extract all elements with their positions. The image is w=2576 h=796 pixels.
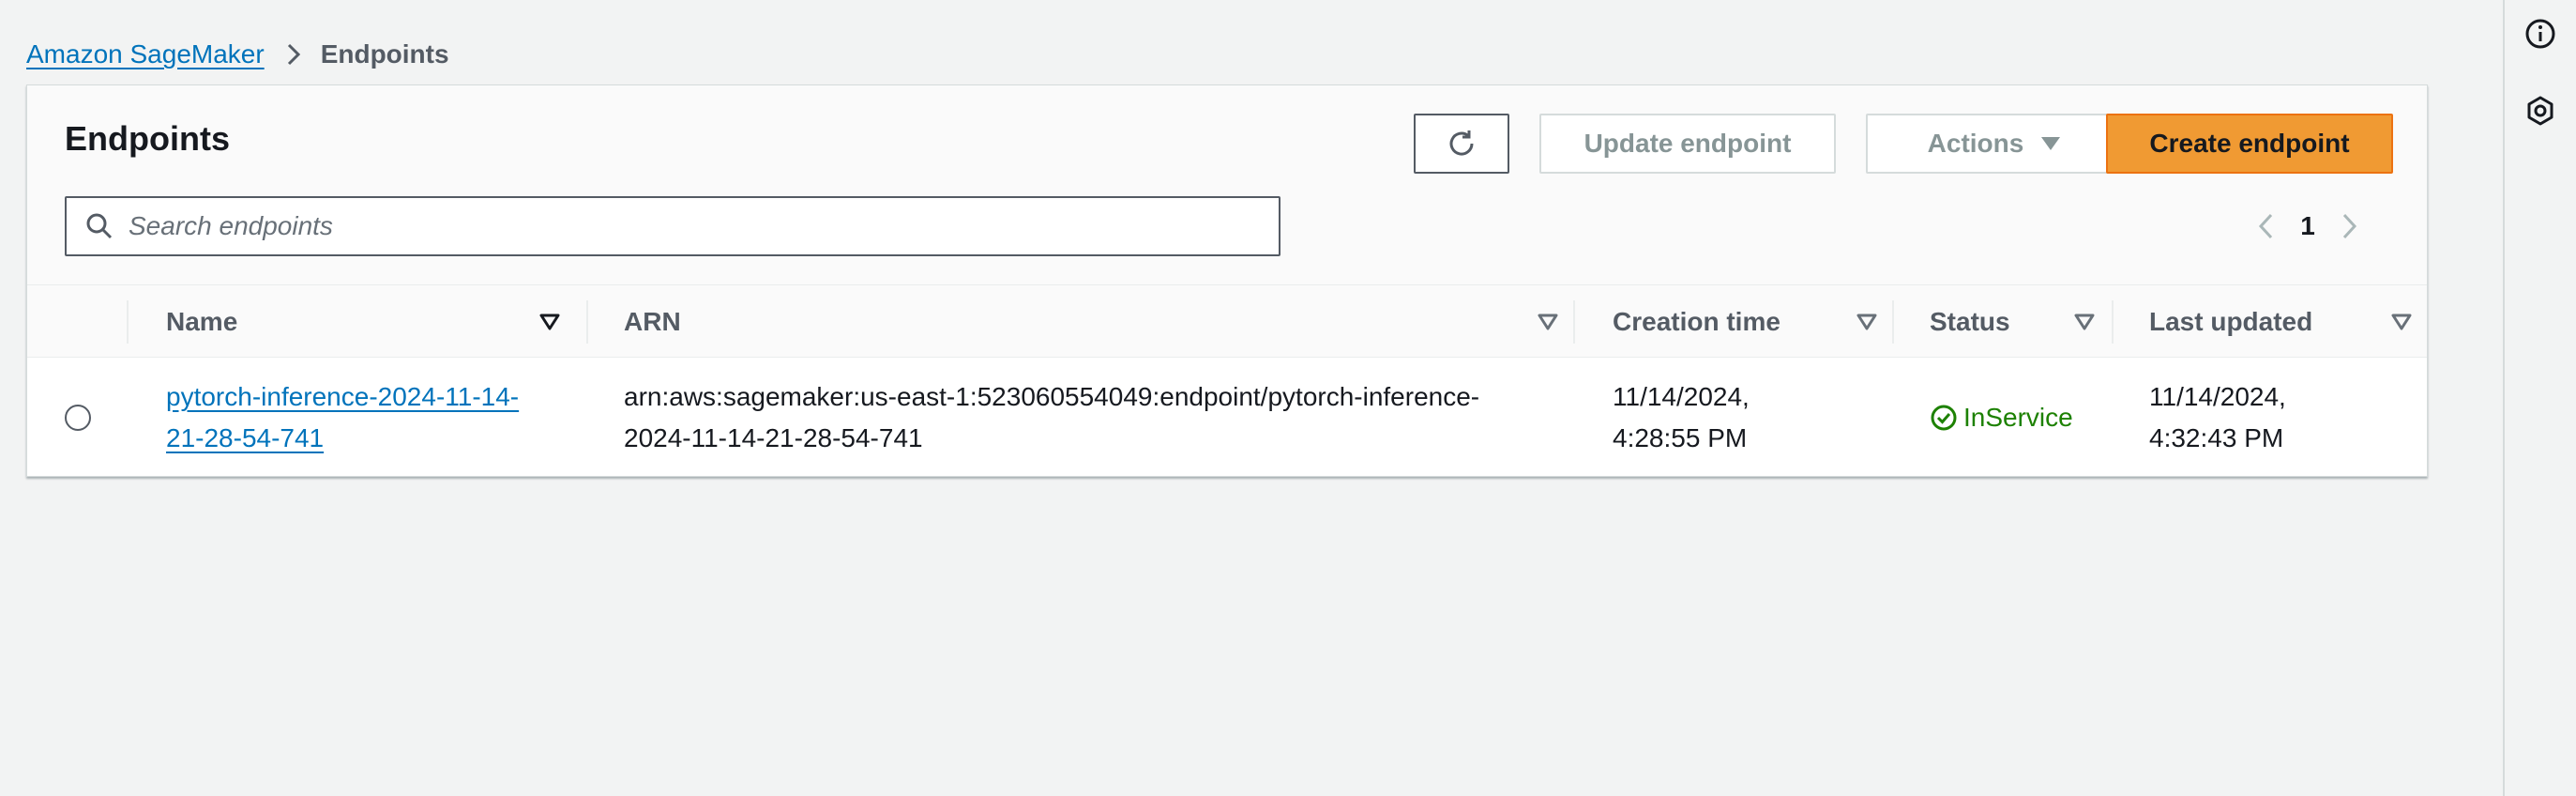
refresh-button[interactable] xyxy=(1414,114,1509,174)
info-icon[interactable] xyxy=(2523,17,2557,51)
search-input[interactable] xyxy=(129,211,1235,241)
last-updated-cell: 11/14/2024, 4:32:43 PM xyxy=(2149,376,2286,459)
search-field[interactable] xyxy=(65,196,1280,256)
main-content: Amazon SageMaker Endpoints Endpoints Upd… xyxy=(0,0,2503,796)
breadcrumb-sagemaker-link[interactable]: Amazon SageMaker xyxy=(26,39,265,69)
column-creation-time-label: Creation time xyxy=(1613,307,1780,336)
endpoints-panel: Endpoints Update endpoint Actions Create… xyxy=(26,84,2428,477)
refresh-icon xyxy=(1445,127,1478,161)
sort-icon[interactable] xyxy=(1536,310,1560,334)
sort-icon[interactable] xyxy=(2389,310,2414,334)
update-endpoint-label: Update endpoint xyxy=(1583,129,1792,158)
create-endpoint-label: Create endpoint xyxy=(2149,129,2350,158)
column-header-creation-time[interactable]: Creation time xyxy=(1613,285,1780,359)
page-title: Endpoints xyxy=(65,119,230,158)
status-cell: InService xyxy=(1930,397,2073,438)
create-endpoint-button[interactable]: Create endpoint xyxy=(2106,114,2393,174)
column-arn-label: ARN xyxy=(624,307,681,336)
sort-icon[interactable] xyxy=(2072,310,2097,334)
column-divider xyxy=(2112,300,2114,344)
endpoint-name-cell: pytorch-inference-2024-11-14- 21-28-54-7… xyxy=(166,376,519,459)
sort-icon[interactable] xyxy=(1855,310,1879,334)
column-header-name[interactable]: Name xyxy=(166,285,237,359)
right-rail xyxy=(2503,0,2576,796)
endpoint-arn-cell: arn:aws:sagemaker:us-east-1:523060554049… xyxy=(624,376,1479,459)
search-icon xyxy=(85,212,114,240)
arn-line: arn:aws:sagemaker:us-east-1:523060554049… xyxy=(624,382,1480,411)
actions-dropdown[interactable]: Actions xyxy=(1866,114,2123,174)
breadcrumb-current: Endpoints xyxy=(320,39,449,69)
column-status-label: Status xyxy=(1930,307,2010,336)
creation-time: 4:28:55 PM xyxy=(1613,423,1748,452)
pagination: 1 xyxy=(2247,206,2369,247)
check-circle-icon xyxy=(1930,404,1958,432)
settings-hexagon-icon[interactable] xyxy=(2523,94,2557,128)
column-header-last-updated[interactable]: Last updated xyxy=(2149,285,2312,359)
chevron-left-icon[interactable] xyxy=(2247,206,2284,247)
chevron-right-icon[interactable] xyxy=(2331,206,2369,247)
last-updated-date: 11/14/2024, xyxy=(2149,382,2286,411)
creation-date: 11/14/2024, xyxy=(1613,382,1750,411)
column-divider xyxy=(1892,300,1894,344)
actions-label: Actions xyxy=(1927,129,2024,158)
column-name-label: Name xyxy=(166,307,238,336)
row-select-radio[interactable] xyxy=(65,405,91,431)
sort-down-icon[interactable] xyxy=(538,310,562,334)
table-header: Name ARN Creation time Status Last updat… xyxy=(27,284,2427,358)
creation-time-cell: 11/14/2024, 4:28:55 PM xyxy=(1613,376,1750,459)
table-row[interactable]: pytorch-inference-2024-11-14- 21-28-54-7… xyxy=(27,358,2427,476)
column-last-updated-label: Last updated xyxy=(2149,307,2313,336)
column-divider xyxy=(127,300,129,344)
last-updated-time: 4:32:43 PM xyxy=(2149,423,2284,452)
column-divider xyxy=(586,300,588,344)
column-header-arn[interactable]: ARN xyxy=(624,285,681,359)
breadcrumb: Amazon SageMaker Endpoints xyxy=(26,36,449,73)
caret-down-icon xyxy=(2040,136,2061,151)
status-badge: InService xyxy=(1930,397,2073,438)
status-text: InService xyxy=(1963,403,2073,432)
column-divider xyxy=(1573,300,1575,344)
chevron-right-icon xyxy=(287,43,300,66)
endpoint-name-link[interactable]: pytorch-inference-2024-11-14- xyxy=(166,382,519,411)
page-number[interactable]: 1 xyxy=(2284,211,2331,241)
column-header-status[interactable]: Status xyxy=(1930,285,2010,359)
arn-line: 2024-11-14-21-28-54-741 xyxy=(624,423,923,452)
update-endpoint-button[interactable]: Update endpoint xyxy=(1539,114,1836,174)
endpoint-name-link[interactable]: 21-28-54-741 xyxy=(166,423,324,452)
